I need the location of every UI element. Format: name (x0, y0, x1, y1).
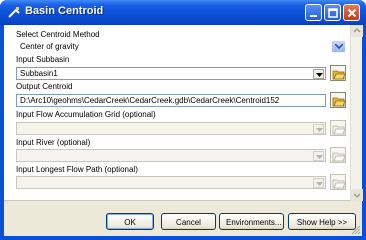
centroid-method-dropdown-button[interactable] (332, 41, 345, 52)
folder-open-icon (332, 179, 346, 189)
folder-open-icon (332, 97, 346, 107)
title-bar[interactable]: Basin Centroid (0, 0, 366, 25)
close-button[interactable] (343, 4, 360, 21)
vertical-scrollbar[interactable] (350, 25, 363, 201)
window-title: Basin Centroid (25, 5, 104, 17)
input-subbasin-value: Subbasin1 (20, 69, 58, 78)
input-subbasin-dropdown-button[interactable] (313, 69, 324, 79)
longest-flow-path-label: Input Longest Flow Path (optional) (16, 165, 138, 174)
input-river-dropdown-button[interactable] (313, 151, 324, 161)
ok-button[interactable]: OK (106, 213, 154, 230)
dialog-client-area: Select Centroid Method Center of gravity… (4, 25, 363, 236)
resize-grip-icon[interactable] (351, 225, 361, 235)
maximize-button[interactable] (324, 4, 341, 21)
flow-accumulation-dropdown-button[interactable] (313, 124, 324, 134)
maximize-icon (328, 8, 338, 18)
chevron-down-icon (353, 193, 361, 198)
longest-flow-path-dropdown-button[interactable] (313, 178, 324, 188)
input-river-browse-button[interactable] (330, 147, 346, 163)
chevron-down-icon (316, 182, 323, 186)
centroid-method-select[interactable]: Center of gravity (16, 40, 346, 53)
dialog-window: Basin Centroid Select Centroid Method Ce… (0, 0, 366, 240)
chevron-down-icon (335, 44, 343, 49)
input-subbasin-label: Input Subbasin (16, 55, 70, 64)
flow-accumulation-browse-button[interactable] (330, 120, 346, 136)
chevron-up-icon (353, 28, 361, 33)
show-help-button[interactable]: Show Help >> (288, 213, 356, 230)
close-icon (347, 8, 357, 18)
chevron-down-icon (316, 73, 323, 77)
folder-open-icon (332, 152, 346, 162)
output-centroid-browse-button[interactable] (330, 92, 346, 108)
flow-accumulation-label: Input Flow Accumulation Grid (optional) (16, 110, 156, 119)
output-centroid-input[interactable]: D:\Arc10\geohms\CedarCreek\CedarCreek.gd… (16, 94, 326, 107)
longest-flow-path-combo[interactable] (16, 176, 326, 189)
minimize-icon (310, 15, 317, 17)
input-river-combo[interactable] (16, 149, 326, 162)
cancel-button[interactable]: Cancel (161, 213, 216, 230)
tool-icon (8, 7, 20, 18)
scroll-down-button[interactable] (351, 189, 363, 201)
flow-accumulation-combo[interactable] (16, 122, 326, 135)
folder-open-icon (332, 70, 346, 80)
folder-open-icon (332, 125, 346, 135)
environments-button[interactable]: Environments... (219, 213, 284, 230)
output-centroid-label: Output Centroid (16, 82, 73, 91)
input-subbasin-browse-button[interactable] (330, 65, 346, 81)
parameters-panel: Select Centroid Method Center of gravity… (4, 25, 363, 201)
input-subbasin-combo[interactable]: Subbasin1 (16, 67, 326, 80)
minimize-button[interactable] (305, 4, 322, 21)
chevron-down-icon (316, 128, 323, 132)
centroid-method-label: Select Centroid Method (16, 30, 100, 39)
output-centroid-value: D:\Arc10\geohms\CedarCreek\CedarCreek.gd… (20, 96, 280, 105)
chevron-down-icon (316, 155, 323, 159)
scroll-up-button[interactable] (351, 25, 363, 37)
input-river-label: Input River (optional) (16, 138, 91, 147)
longest-flow-path-browse-button[interactable] (330, 174, 346, 190)
centroid-method-value: Center of gravity (20, 42, 79, 51)
